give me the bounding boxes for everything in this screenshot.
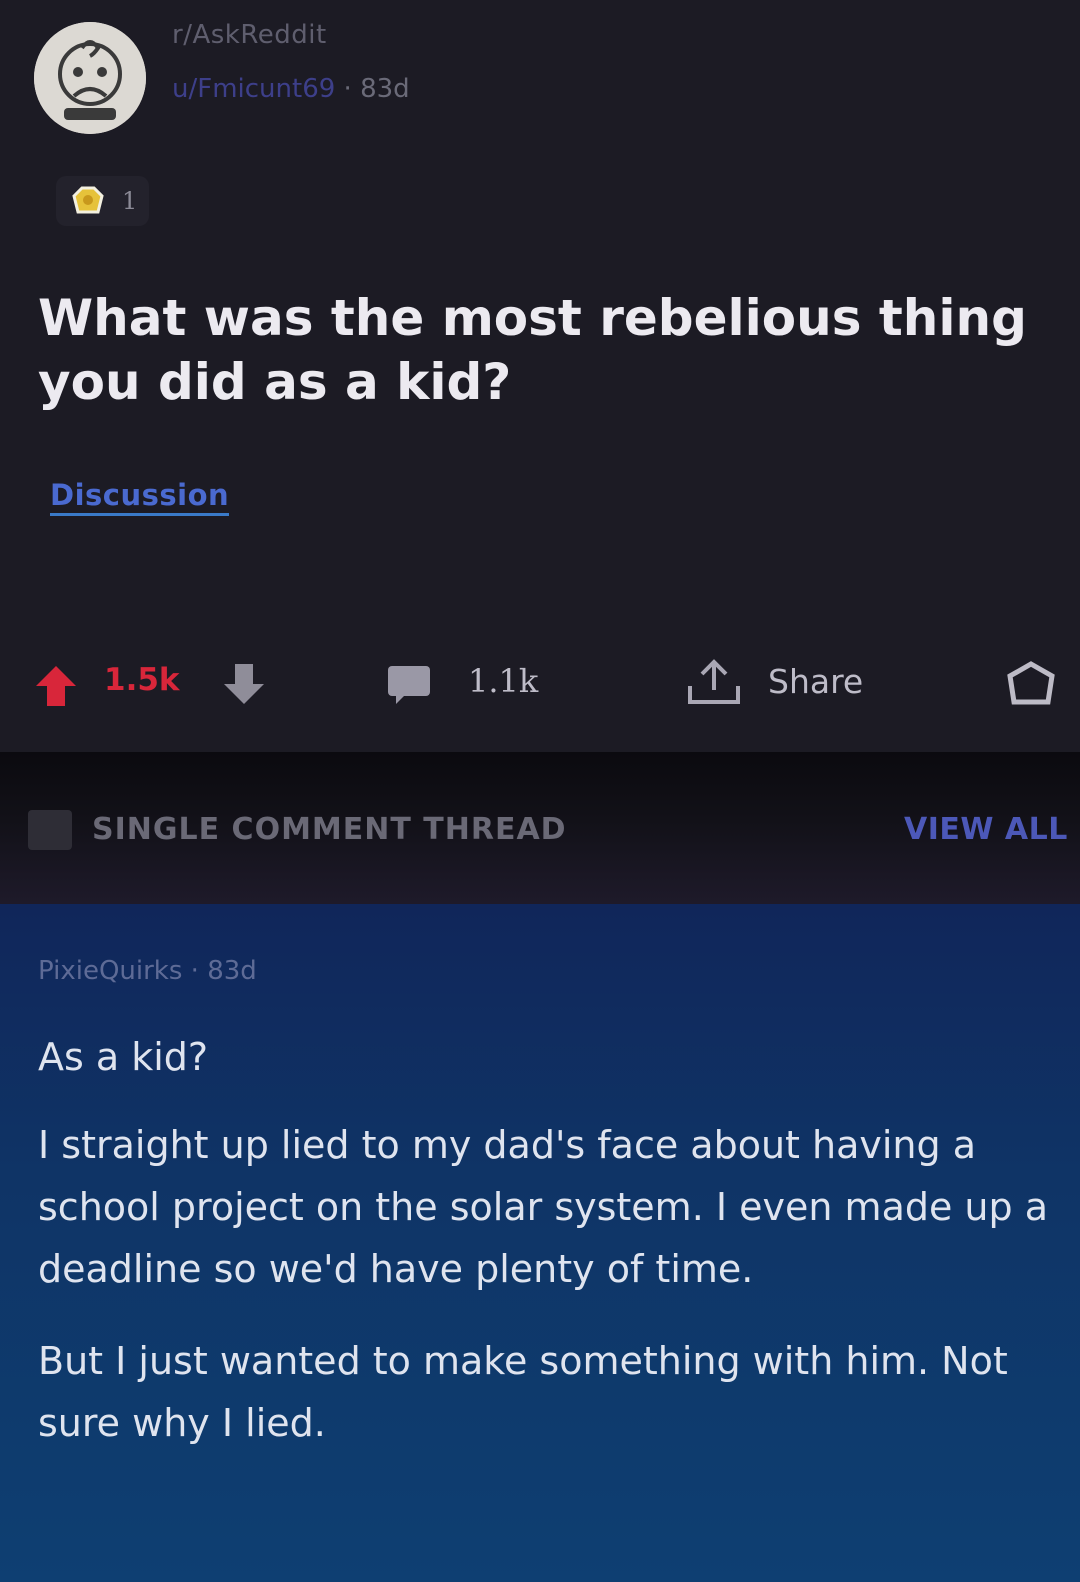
subreddit-avatar[interactable] (34, 22, 146, 134)
post-age: 83d (360, 74, 410, 104)
share-icon[interactable] (682, 658, 746, 708)
upvote-arrow-icon[interactable] (34, 664, 78, 708)
thread-bar: SINGLE COMMENT THREAD VIEW ALL (0, 752, 1080, 904)
comment-body: As a kid? I straight up lied to my dad's… (38, 1026, 1068, 1484)
comment-bubble-icon[interactable] (386, 664, 432, 706)
save-award-icon[interactable] (1004, 660, 1058, 710)
downvote-arrow-icon[interactable] (222, 662, 266, 706)
meta-separator: · (190, 956, 208, 986)
comment-paragraph: I straight up lied to my dad's face abou… (38, 1123, 1049, 1291)
vote-score: 1.5k (104, 662, 180, 698)
post-action-bar: 1.5k 1.1k Share (0, 650, 1080, 714)
post-title[interactable]: What was the most rebelious thing you di… (38, 286, 1038, 414)
share-button[interactable]: Share (768, 662, 863, 701)
subreddit-name[interactable]: r/AskReddit (172, 20, 327, 50)
award-count: 1 (122, 187, 138, 215)
comment-meta: PixieQuirks · 83d (38, 956, 257, 986)
comment-age: 83d (207, 956, 257, 986)
award-icon (72, 186, 104, 214)
meta-separator: · (343, 74, 361, 104)
post-flair[interactable]: Discussion (50, 478, 230, 516)
award-badge[interactable]: 1 (56, 176, 150, 226)
post-author[interactable]: u/Fmicunt69 (172, 74, 335, 104)
comment-paragraph: As a kid? (38, 1035, 209, 1079)
comment-count[interactable]: 1.1k (468, 662, 538, 700)
view-all-button[interactable]: VIEW ALL (904, 812, 1068, 847)
post-meta: u/Fmicunt69 · 83d (172, 74, 410, 104)
post-card: r/AskReddit u/Fmicunt69 · 83d 1 What was… (0, 0, 1080, 752)
comment-author[interactable]: PixieQuirks (38, 956, 182, 986)
single-comment-thread-label: SINGLE COMMENT THREAD (92, 812, 567, 847)
comment-paragraph: But I just wanted to make something with… (38, 1339, 1008, 1445)
comment-card: PixieQuirks · 83d As a kid? I straight u… (0, 904, 1080, 1582)
thread-comment-icon (28, 810, 72, 850)
